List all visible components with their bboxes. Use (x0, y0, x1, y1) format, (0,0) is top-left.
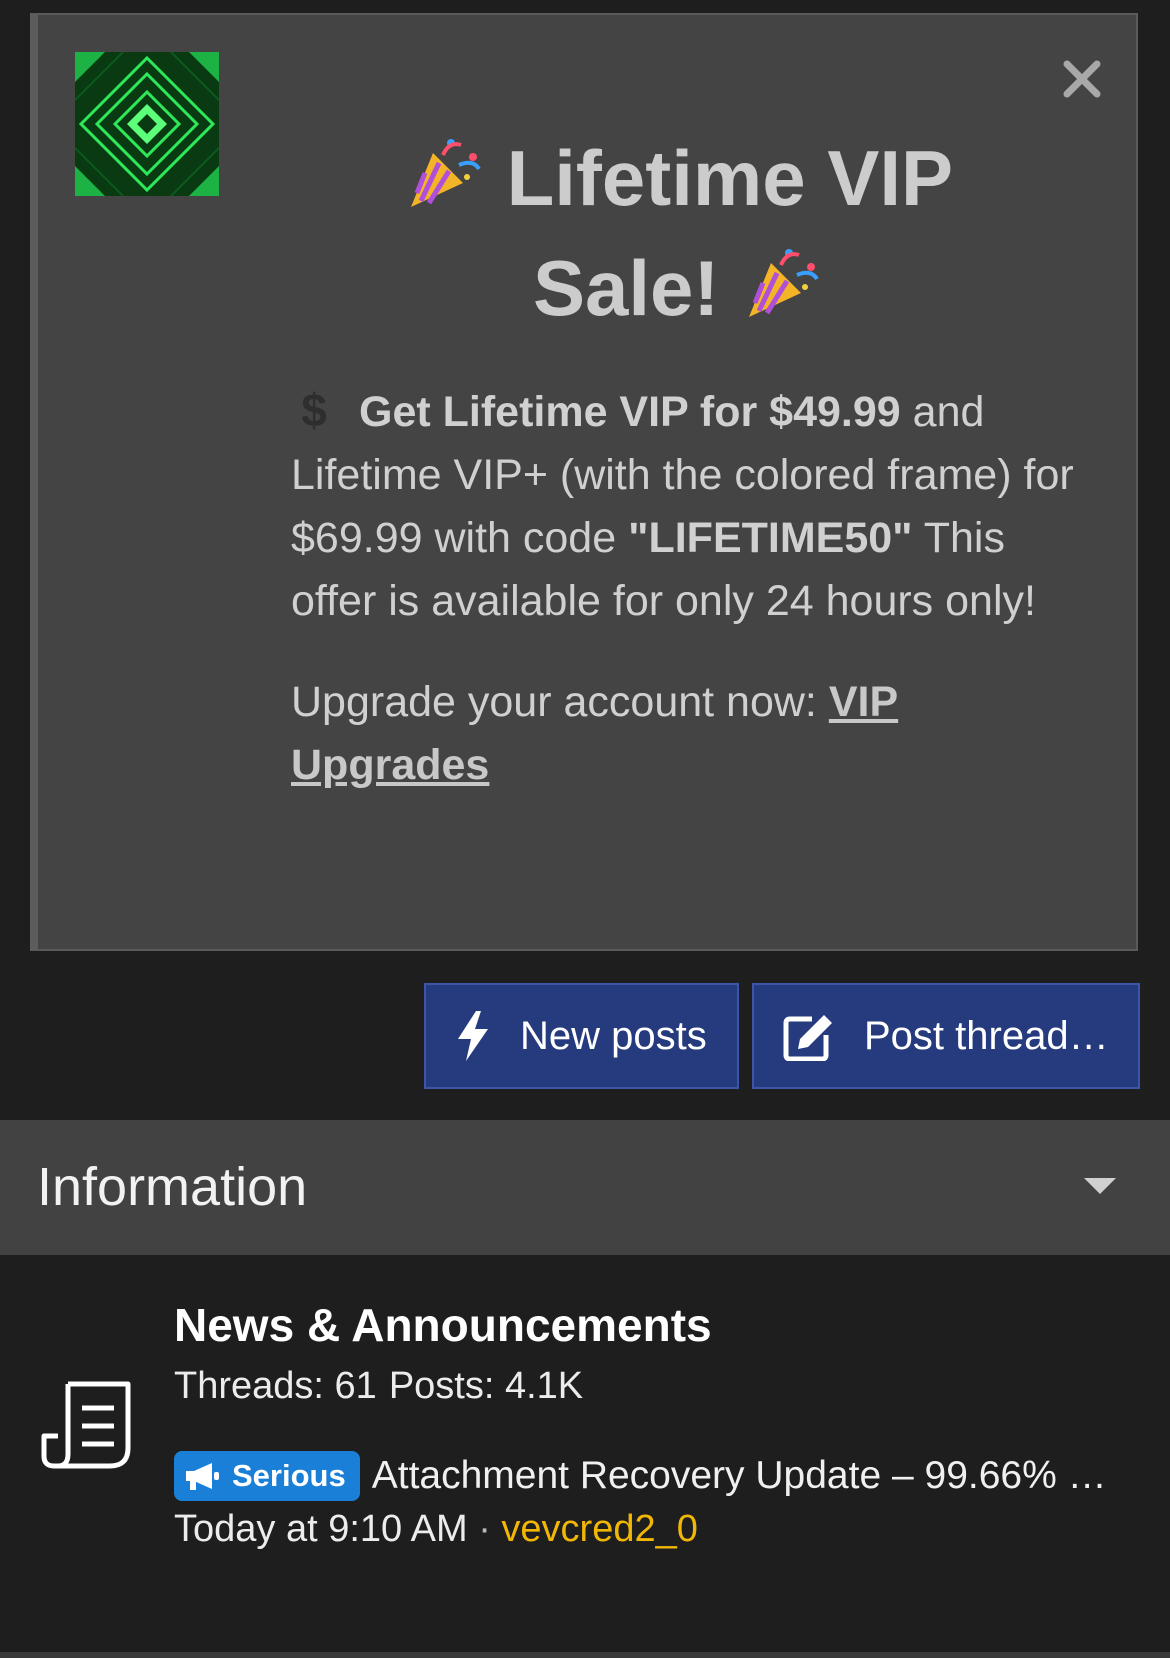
new-posts-button[interactable]: New posts (424, 983, 739, 1089)
caret-down-icon[interactable] (1080, 1172, 1120, 1200)
offer-bold: Get Lifetime VIP for $49.99 (359, 388, 901, 436)
latest-time[interactable]: Today at 9:10 AM (174, 1508, 468, 1550)
upgrade-paragraph: Upgrade your account now: VIP Upgrades (291, 671, 1091, 797)
latest-thread-link[interactable]: Attachment Recovery Update – 99.66% Reco… (372, 1454, 1134, 1498)
notice-body: $ Get Lifetime VIP for $49.99 and Lifeti… (291, 381, 1091, 797)
vip-sale-notice: Lifetime VIP Sale! $ Get Lifetime VIP fo… (30, 13, 1138, 951)
dollar-icon: $ (301, 384, 327, 434)
posts-count: 4.1K (504, 1365, 584, 1407)
promo-code: "LIFETIME50" (628, 514, 913, 562)
meta-separator: · (478, 1508, 491, 1550)
section-title: Information (37, 1157, 308, 1217)
posts-label: Posts: (388, 1365, 495, 1407)
latest-author-link[interactable]: vevcred2_0 (501, 1508, 697, 1550)
prefix-badge[interactable]: Serious (174, 1451, 360, 1501)
megaphone-icon (186, 1463, 219, 1490)
bolt-icon (458, 1011, 488, 1061)
edit-icon (783, 1015, 832, 1061)
close-icon[interactable] (1058, 55, 1106, 103)
latest-thread: Serious Attachment Recovery Update – 99.… (174, 1450, 1134, 1502)
prefix-label: Serious (232, 1458, 346, 1493)
notice-title: Lifetime VIP Sale! (368, 123, 988, 343)
section-divider (0, 1652, 1170, 1658)
post-thread-button[interactable]: Post thread… (752, 983, 1140, 1089)
threads-label: Threads: (174, 1365, 324, 1407)
latest-meta: Today at 9:10 AM · vevcred2_0 (174, 1508, 698, 1551)
post-thread-label: Post thread… (864, 1013, 1109, 1058)
svg-text:$: $ (301, 384, 327, 434)
party-popper-icon (749, 249, 819, 317)
new-posts-label: New posts (520, 1013, 707, 1058)
upgrade-text: Upgrade your account now: (291, 678, 829, 726)
site-logo (75, 52, 219, 196)
document-icon (41, 1381, 131, 1469)
forum-stats: Threads: 61 Posts: 4.1K (174, 1365, 583, 1408)
offer-paragraph: $ Get Lifetime VIP for $49.99 and Lifeti… (291, 381, 1091, 633)
threads-count: 61 (334, 1365, 377, 1407)
forum-title-link[interactable]: News & Announcements (174, 1298, 712, 1352)
party-popper-icon (410, 139, 481, 207)
section-header[interactable]: Information (0, 1120, 1170, 1255)
